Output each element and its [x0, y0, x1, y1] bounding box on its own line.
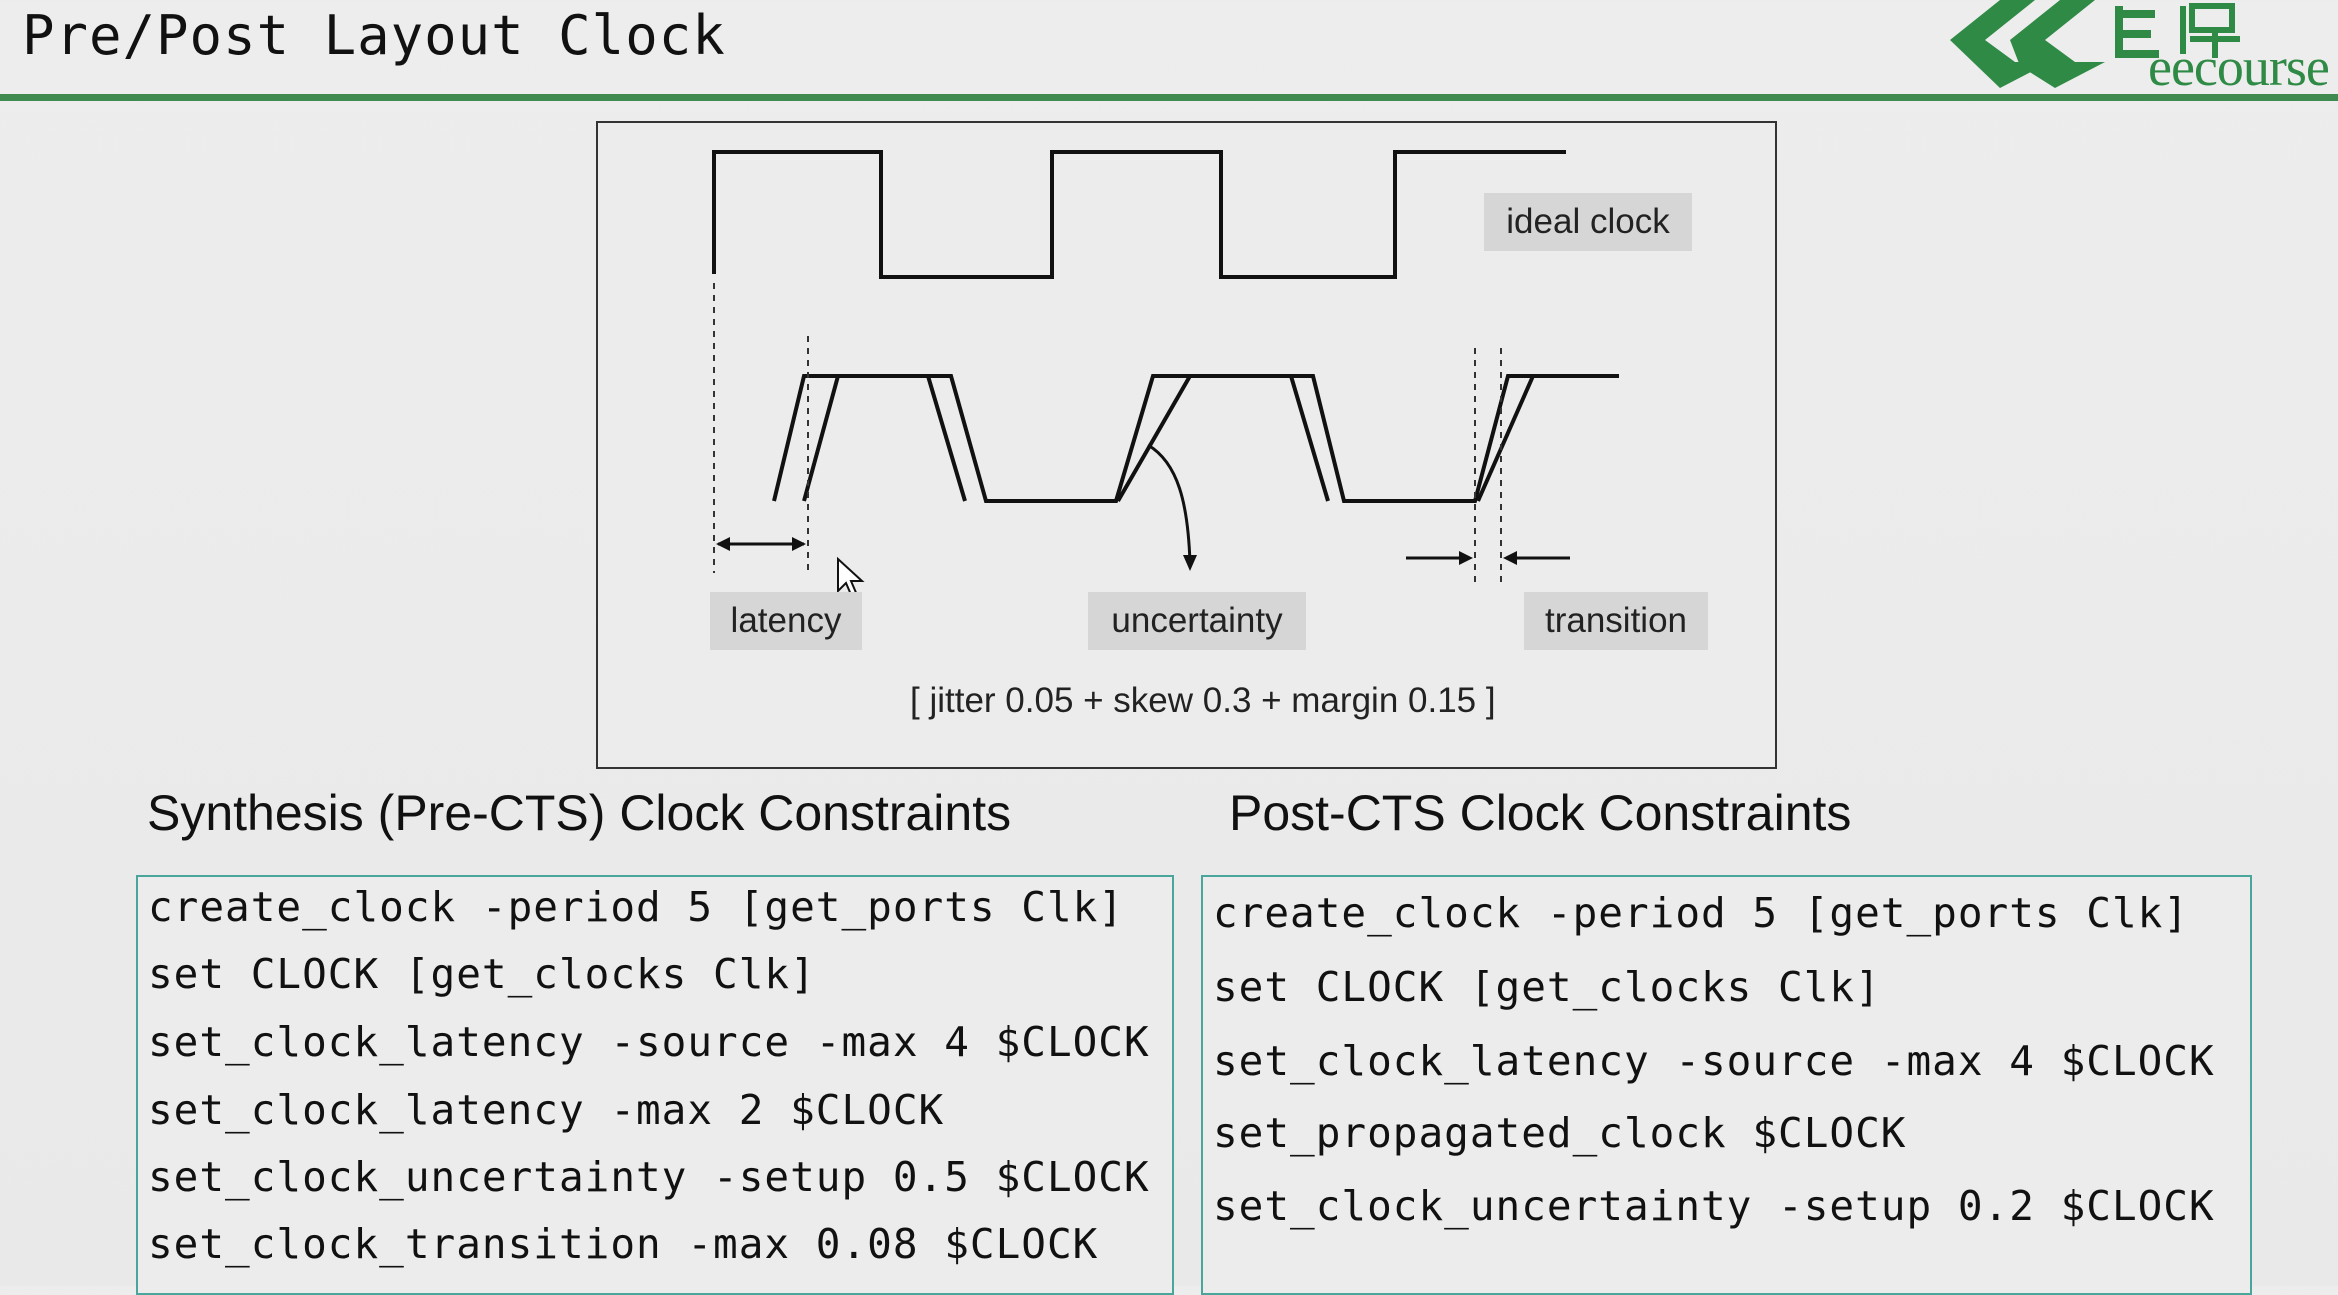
real-clock-waveform-f [1476, 375, 1535, 502]
latency-label: latency [710, 592, 862, 650]
real-clock-waveform-d [1116, 375, 1192, 502]
clock-timing-diagram: ideal clock latency uncertainty transiti… [596, 121, 1777, 769]
post-cts-heading: Post-CTS Clock Constraints [1229, 785, 1852, 841]
ideal-clock-waveform [712, 150, 1566, 279]
pre-cts-line: set_clock_latency -source -max 4 $CLOCK [148, 1018, 1150, 1066]
pre-cts-heading: Synthesis (Pre-CTS) Clock Constraints [147, 785, 1012, 841]
post-cts-line: set_clock_uncertainty -setup 0.2 $CLOCK [1213, 1182, 2215, 1230]
post-cts-line: create_clock -period 5 [get_ports Clk] [1213, 889, 2189, 937]
uncertainty-arrow [1147, 443, 1192, 564]
post-cts-line: set_clock_latency -source -max 4 $CLOCK [1213, 1037, 2215, 1085]
real-clock-waveform-e [1289, 375, 1330, 502]
pre-cts-line: set_clock_uncertainty -setup 0.5 $CLOCK [148, 1153, 1150, 1201]
uncertainty-label: uncertainty [1088, 592, 1306, 650]
real-clock-waveform-b [802, 375, 840, 502]
post-cts-line: set CLOCK [get_clocks Clk] [1213, 963, 1881, 1011]
pre-cts-line: set CLOCK [get_clocks Clk] [148, 950, 816, 998]
pre-cts-constraints-box: create_clock -period 5 [get_ports Clk] s… [136, 875, 1174, 1295]
real-clock-waveform-c [926, 375, 967, 502]
pre-cts-line: set_clock_transition -max 0.08 $CLOCK [148, 1220, 1099, 1268]
slide-title: Pre/Post Layout Clock [22, 4, 726, 67]
real-clock-waveform-a [772, 374, 1619, 503]
logo-text: eecourse [2148, 37, 2330, 97]
post-cts-line: set_propagated_clock $CLOCK [1213, 1109, 1907, 1157]
uncertainty-formula: [ jitter 0.05 + skew 0.3 + margin 0.15 ] [910, 681, 1496, 720]
transition-label: transition [1524, 592, 1708, 650]
ideal-clock-label: ideal clock [1484, 193, 1692, 251]
pre-cts-line: create_clock -period 5 [get_ports Clk] [148, 883, 1124, 931]
pre-cts-line: set_clock_latency -max 2 $CLOCK [148, 1086, 945, 1134]
title-divider [0, 94, 2338, 101]
post-cts-constraints-box: create_clock -period 5 [get_ports Clk] s… [1201, 875, 2252, 1295]
